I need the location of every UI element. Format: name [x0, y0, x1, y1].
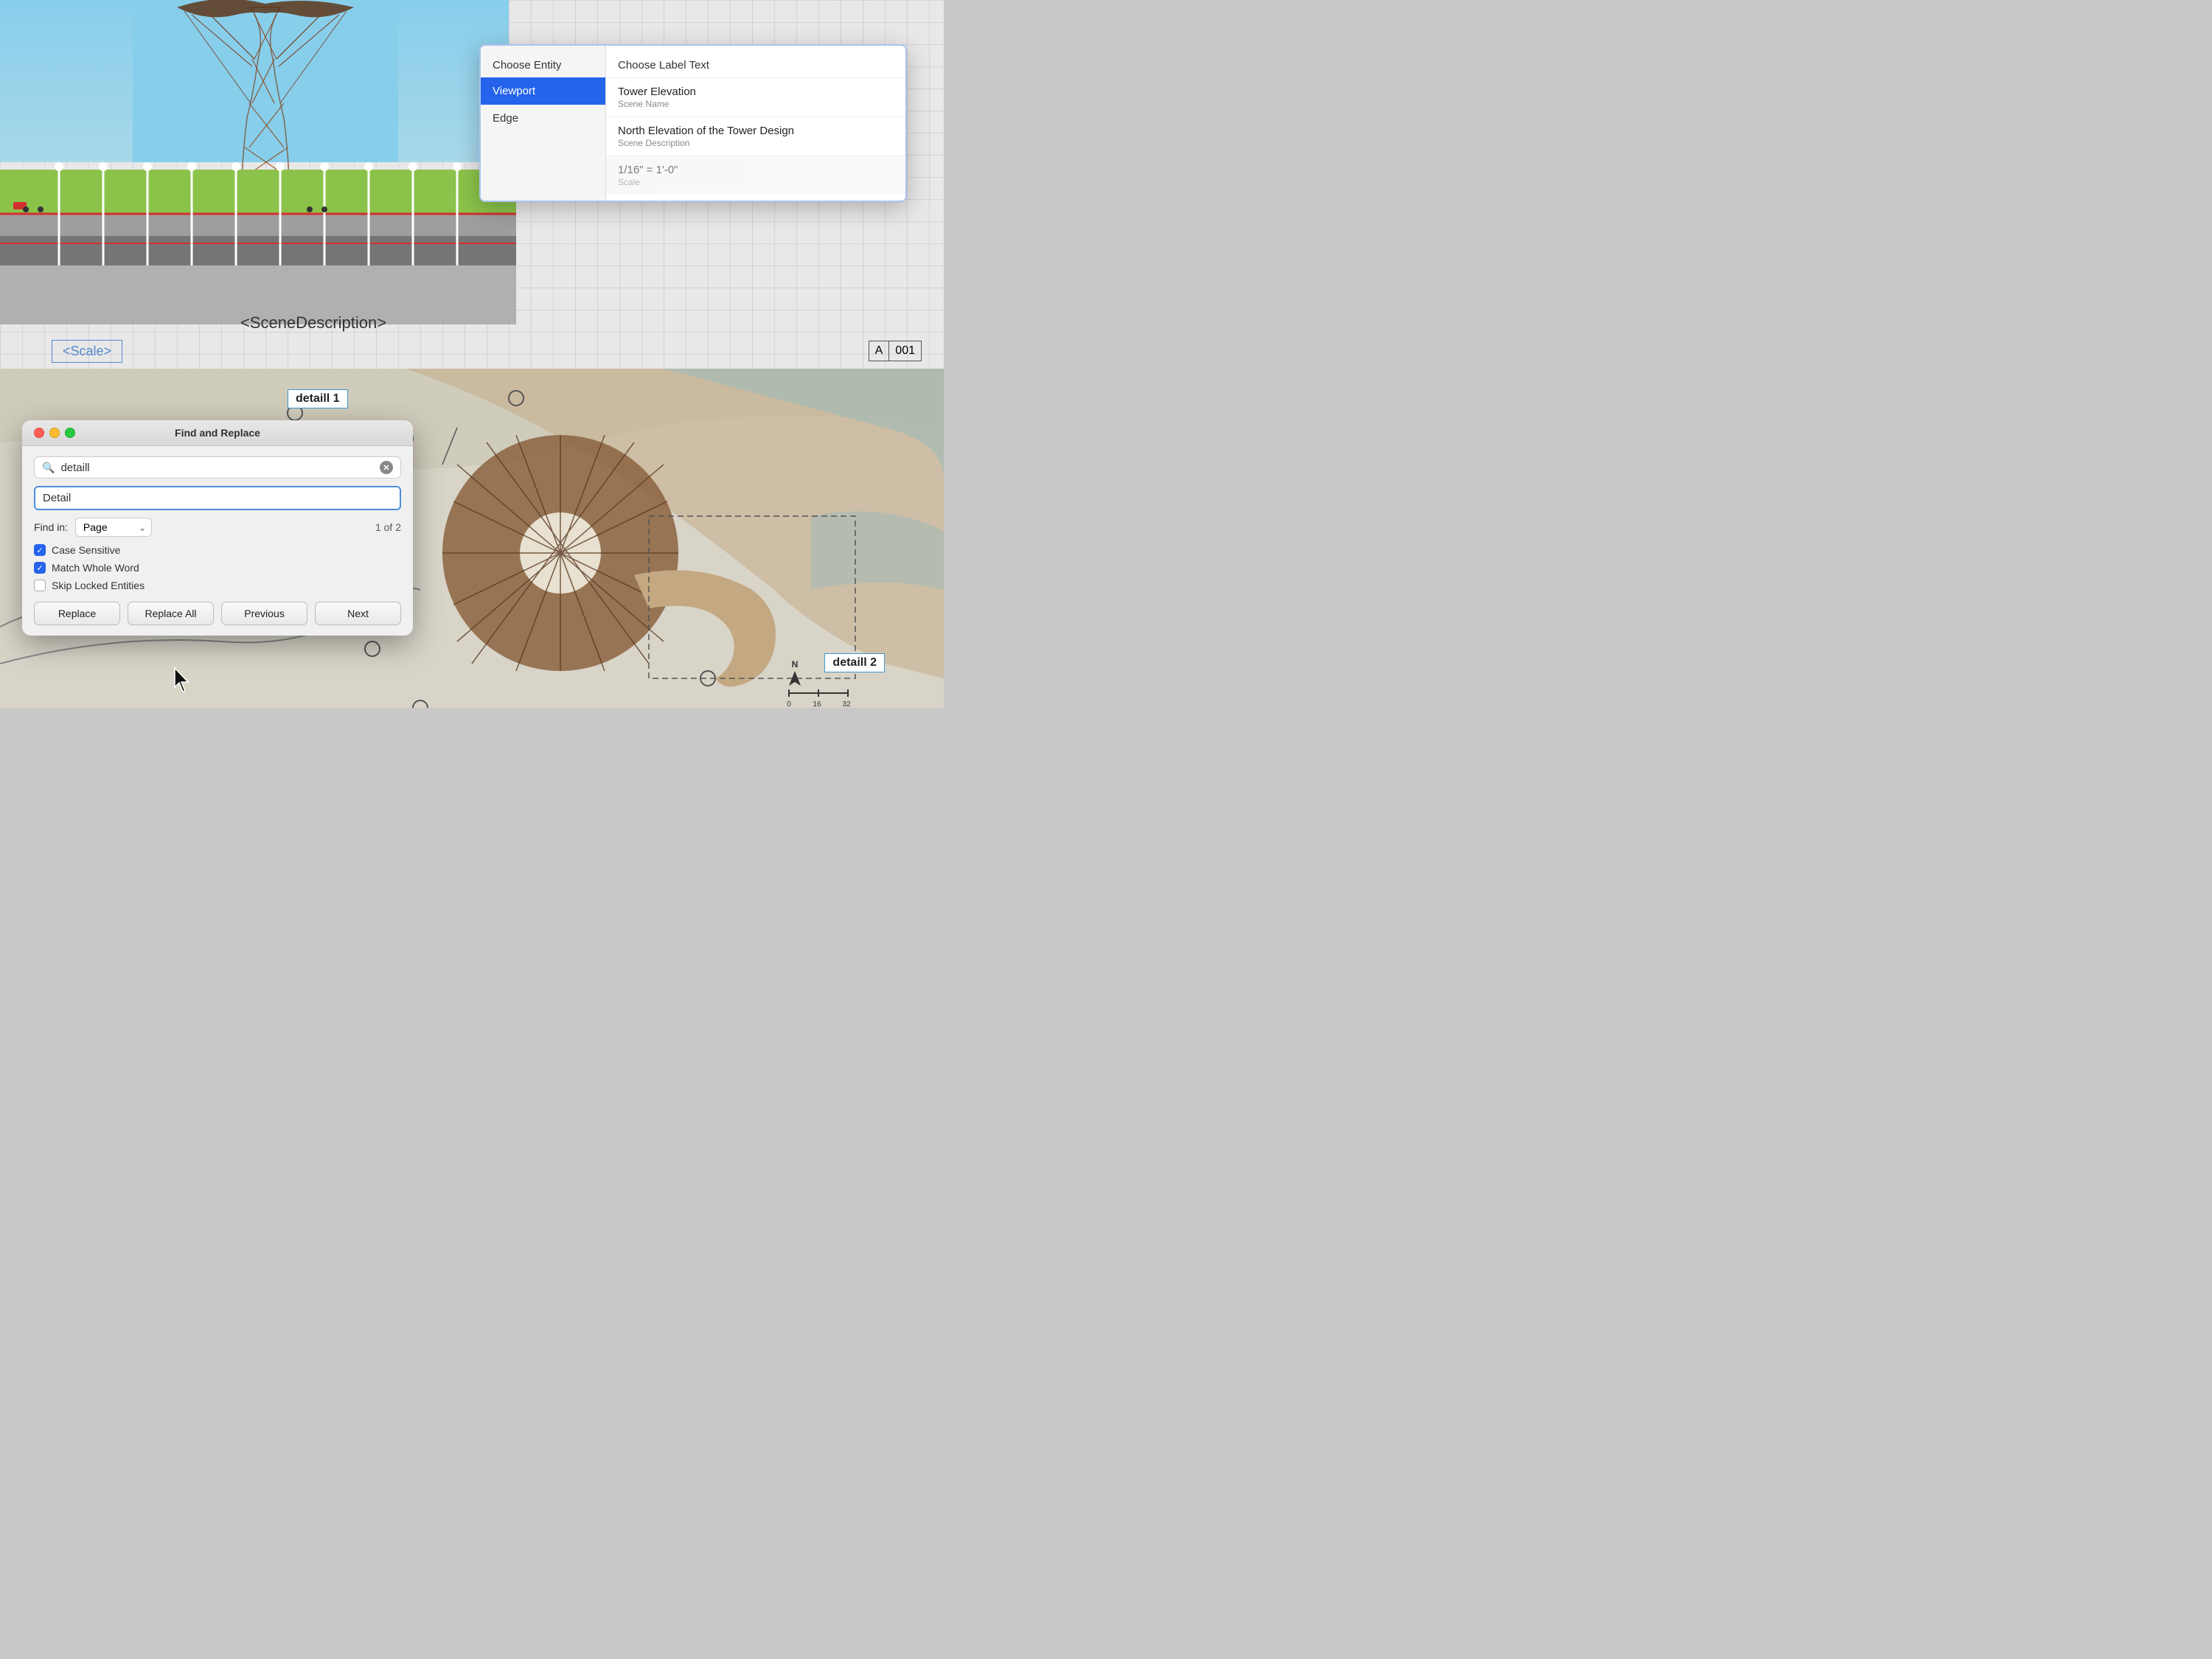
find-in-select[interactable]: Page Document Selection — [75, 518, 152, 537]
traffic-lights — [34, 428, 75, 438]
close-button[interactable] — [34, 428, 44, 438]
case-sensitive-checkbox[interactable]: ✓ — [34, 544, 46, 556]
scale-box: <Scale> — [52, 340, 122, 363]
label-item-0[interactable]: Tower Elevation Scene Name — [606, 78, 905, 117]
dialog-titlebar: Find and Replace — [22, 420, 413, 446]
entity-list-header: Choose Entity — [481, 52, 605, 77]
find-in-label: Find in: — [34, 521, 68, 533]
skip-locked-checkbox[interactable] — [34, 580, 46, 591]
find-replace-dialog: Find and Replace 🔍 detaill ✕ Find in: Pa… — [22, 420, 413, 636]
clear-search-button[interactable]: ✕ — [380, 461, 393, 474]
maximize-button[interactable] — [65, 428, 75, 438]
dialog-body: 🔍 detaill ✕ Find in: Page Document Selec… — [22, 446, 413, 636]
buttons-row: Replace Replace All Previous Next — [34, 602, 401, 625]
find-in-wrapper[interactable]: Page Document Selection — [75, 518, 152, 537]
label-list: Choose Label Text Tower Elevation Scene … — [606, 46, 905, 201]
label-item-2[interactable]: 1/16" = 1'-0" Scale — [606, 156, 905, 195]
svg-text:N: N — [792, 659, 799, 669]
next-button[interactable]: Next — [315, 602, 401, 625]
label-list-header: Choose Label Text — [606, 52, 905, 78]
replace-input[interactable] — [34, 486, 401, 510]
detail-label-2: detaill 2 — [824, 653, 885, 672]
previous-button[interactable]: Previous — [221, 602, 307, 625]
label-item-2-primary: 1/16" = 1'-0" — [618, 164, 894, 176]
title-block: <SceneDescription> <Scale> — [0, 300, 590, 369]
ground-elevation-svg — [0, 147, 516, 324]
label-item-0-secondary: Scene Name — [618, 99, 894, 109]
skip-locked-label: Skip Locked Entities — [52, 580, 145, 591]
label-item-1-secondary: Scene Description — [618, 138, 894, 148]
viewport-code: A 001 — [869, 341, 922, 361]
entity-list: Choose Entity Viewport Edge — [481, 46, 606, 201]
label-item-0-primary: Tower Elevation — [618, 86, 894, 98]
choose-entity-popup[interactable]: Choose Entity Viewport Edge Choose Label… — [479, 44, 907, 202]
scene-description-text: <SceneDescription> — [52, 313, 575, 333]
svg-text:0: 0 — [787, 700, 791, 708]
search-icon: 🔍 — [42, 462, 55, 474]
search-input[interactable]: detaill — [60, 462, 374, 474]
match-whole-word-label: Match Whole Word — [52, 562, 139, 574]
match-whole-word-checkbox[interactable]: ✓ — [34, 562, 46, 574]
search-row: 🔍 detaill ✕ — [34, 456, 401, 479]
svg-text:16: 16 — [813, 700, 821, 708]
viewport-code-letter: A — [869, 341, 890, 361]
detail-label-1: detaill 1 — [288, 389, 348, 408]
label-item-1[interactable]: North Elevation of the Tower Design Scen… — [606, 117, 905, 156]
viewport-code-number: 001 — [889, 341, 921, 361]
svg-text:32: 32 — [842, 700, 851, 708]
entity-item-edge[interactable]: Edge — [481, 105, 605, 132]
replace-all-button[interactable]: Replace All — [128, 602, 214, 625]
checkbox-match-whole-word[interactable]: ✓ Match Whole Word — [34, 562, 401, 574]
checkbox-case-sensitive[interactable]: ✓ Case Sensitive — [34, 544, 401, 556]
minimize-button[interactable] — [49, 428, 60, 438]
entity-item-viewport[interactable]: Viewport — [481, 77, 605, 105]
result-count: 1 of 2 — [375, 521, 401, 533]
dialog-title: Find and Replace — [175, 427, 260, 439]
case-sensitive-label: Case Sensitive — [52, 544, 120, 556]
find-in-row: Find in: Page Document Selection 1 of 2 — [34, 518, 401, 537]
replace-button[interactable]: Replace — [34, 602, 120, 625]
label-item-1-primary: North Elevation of the Tower Design — [618, 125, 894, 137]
checkbox-skip-locked[interactable]: Skip Locked Entities — [34, 580, 401, 591]
label-item-2-secondary: Scale — [618, 177, 894, 187]
